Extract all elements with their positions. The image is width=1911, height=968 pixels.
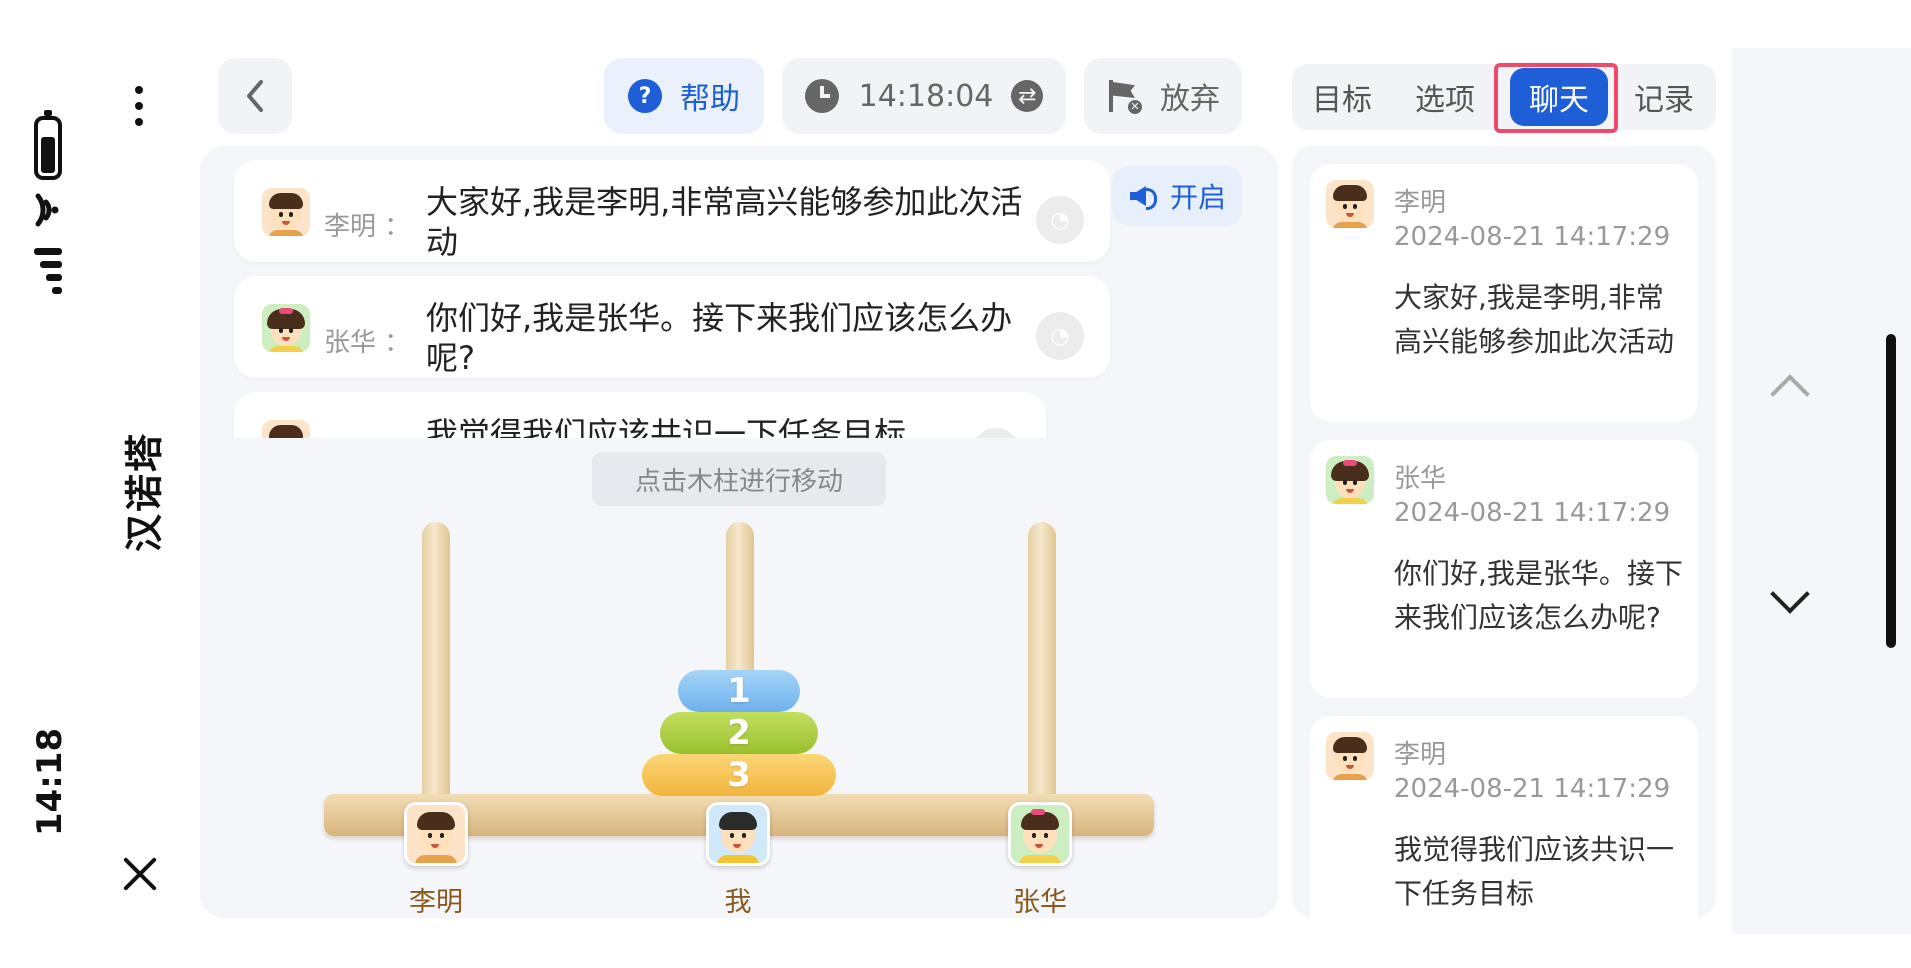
chevron-down-icon[interactable] xyxy=(1766,578,1810,622)
scroll-area xyxy=(1732,48,1911,934)
player-avatar xyxy=(404,802,468,866)
battery-icon xyxy=(34,110,62,180)
swap-icon[interactable]: ⇄ xyxy=(1011,80,1044,112)
avatar xyxy=(1326,456,1374,504)
disk-2[interactable]: 2 xyxy=(660,712,818,754)
play-audio-icon[interactable]: ◔ xyxy=(1036,196,1084,244)
chevron-left-icon xyxy=(247,80,263,112)
signal-icon xyxy=(34,248,64,296)
clock-icon xyxy=(804,79,839,113)
avatar xyxy=(262,420,310,438)
chat-name: 张华 xyxy=(324,328,377,358)
player-label: 李明 xyxy=(409,887,463,918)
avatar xyxy=(262,188,310,236)
status-bar: 14:18 xyxy=(0,0,100,968)
player-avatar xyxy=(706,802,770,866)
avatar xyxy=(262,304,310,352)
log-time: 2024-08-21 14:17:29 xyxy=(1394,498,1671,528)
avatar xyxy=(1326,180,1374,228)
log-text: 我觉得我们应该共识一下任务目标 xyxy=(1394,833,1675,910)
player-label: 我 xyxy=(724,887,752,918)
back-button[interactable] xyxy=(218,58,292,134)
chat-text: 我觉得我们应该共识一下任务目标 xyxy=(426,415,907,438)
player-label: 张华 xyxy=(1013,887,1067,918)
game-panel: 李明 ： 大家好,我是李明,非常高兴能够参加此次活动 ◔ 张华 ： 你们好,我是… xyxy=(200,146,1278,918)
chat-message: 李明 ： 大家好,我是李明,非常高兴能够参加此次活动 ◔ xyxy=(234,160,1110,262)
log-entry: 李明 2024-08-21 14:17:29 大家好,我是李明,非常高兴能够参加… xyxy=(1310,164,1698,422)
panel-tabs: 目标 选项 聊天 记录 xyxy=(1292,64,1716,130)
disk-1[interactable]: 1 xyxy=(678,670,800,712)
chat-text: 你们好,我是张华。接下来我们应该怎么办呢? xyxy=(426,299,1013,377)
player-avatar xyxy=(1008,802,1072,866)
log-text: 大家好,我是李明,非常高兴能够参加此次活动 xyxy=(1394,281,1675,358)
help-label: 帮助 xyxy=(680,82,740,117)
log-entry: 张华 2024-08-21 14:17:29 你们好,我是张华。接下来我们应该怎… xyxy=(1310,440,1698,698)
log-name: 李明 xyxy=(1394,740,1447,770)
tab-chat[interactable]: 聊天 xyxy=(1510,68,1608,126)
chat-overlay: 李明 ： 大家好,我是李明,非常高兴能够参加此次活动 ◔ 张华 ： 你们好,我是… xyxy=(200,146,1278,438)
help-icon: ? xyxy=(628,79,662,113)
close-icon[interactable] xyxy=(118,852,162,896)
log-name: 李明 xyxy=(1394,188,1447,218)
app-title: 汉诺塔 xyxy=(122,431,167,553)
timer-value: 14:18:04 xyxy=(858,78,994,114)
sound-toggle-button[interactable]: 开启 xyxy=(1112,166,1242,226)
chat-separator: ： xyxy=(384,328,411,358)
give-up-label: 放弃 xyxy=(1160,82,1220,117)
tab-goal[interactable]: 目标 xyxy=(1292,64,1392,130)
tab-record[interactable]: 记录 xyxy=(1614,64,1714,130)
avatar xyxy=(1326,732,1374,780)
sound-toggle-label: 开启 xyxy=(1169,181,1226,214)
wifi-icon xyxy=(35,193,59,227)
more-vertical-icon[interactable] xyxy=(128,86,150,130)
disk-3[interactable]: 3 xyxy=(642,754,836,796)
chat-message: 张华 ： 你们好,我是张华。接下来我们应该怎么办呢? ◔ xyxy=(234,276,1110,378)
log-time: 2024-08-21 14:17:29 xyxy=(1394,774,1671,804)
log-text: 你们好,我是张华。接下来我们应该怎么办呢? xyxy=(1394,557,1683,634)
chat-text: 大家好,我是李明,非常高兴能够参加此次活动 xyxy=(426,183,1023,261)
chat-separator: ： xyxy=(384,212,411,242)
timer: 14:18:04 ⇄ xyxy=(782,58,1066,134)
chat-message: 李明 ： 我觉得我们应该共识一下任务目标 ◔ xyxy=(234,392,1046,438)
tab-options[interactable]: 选项 xyxy=(1396,64,1494,130)
play-audio-icon[interactable]: ◔ xyxy=(1036,312,1084,360)
flag-icon: ✕ xyxy=(1106,78,1144,116)
speaker-icon xyxy=(1128,182,1157,210)
status-time: 14:18 xyxy=(30,727,70,837)
scrollbar[interactable] xyxy=(1886,334,1896,648)
rod-right[interactable] xyxy=(1028,522,1056,812)
help-button[interactable]: ? 帮助 xyxy=(604,58,764,134)
chevron-up-icon[interactable] xyxy=(1766,364,1810,408)
log-name: 张华 xyxy=(1394,464,1447,494)
rod-left[interactable] xyxy=(422,522,450,812)
log-time: 2024-08-21 14:17:29 xyxy=(1394,222,1671,252)
move-hint: 点击木柱进行移动 xyxy=(592,452,886,506)
chat-name: 李明 xyxy=(324,212,377,242)
chat-log-panel: 李明 2024-08-21 14:17:29 大家好,我是李明,非常高兴能够参加… xyxy=(1292,146,1716,918)
give-up-button[interactable]: ✕ 放弃 xyxy=(1084,58,1242,134)
log-entry: 李明 2024-08-21 14:17:29 我觉得我们应该共识一下任务目标 xyxy=(1310,716,1698,918)
